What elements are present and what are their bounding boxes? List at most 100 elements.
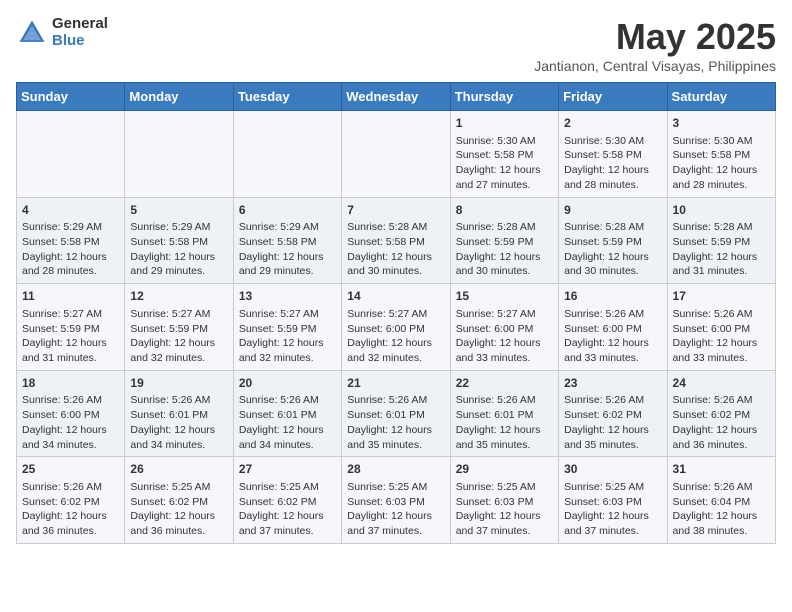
day-info: and 32 minutes.	[239, 351, 336, 366]
day-info: and 37 minutes.	[564, 524, 661, 539]
day-info: Daylight: 12 hours	[130, 423, 227, 438]
calendar-cell: 28Sunrise: 5:25 AMSunset: 6:03 PMDayligh…	[342, 457, 450, 544]
weekday-header-wednesday: Wednesday	[342, 83, 450, 111]
calendar-cell: 4Sunrise: 5:29 AMSunset: 5:58 PMDaylight…	[17, 197, 125, 284]
day-info: Sunrise: 5:26 AM	[22, 480, 119, 495]
day-info: Daylight: 12 hours	[239, 509, 336, 524]
day-number: 18	[22, 375, 119, 392]
day-info: Sunset: 5:58 PM	[347, 235, 444, 250]
day-info: Daylight: 12 hours	[347, 509, 444, 524]
day-info: Sunset: 5:59 PM	[673, 235, 770, 250]
day-info: and 29 minutes.	[130, 264, 227, 279]
calendar-cell: 24Sunrise: 5:26 AMSunset: 6:02 PMDayligh…	[667, 370, 775, 457]
day-info: Sunset: 5:58 PM	[130, 235, 227, 250]
day-info: Daylight: 12 hours	[456, 509, 553, 524]
calendar-cell: 15Sunrise: 5:27 AMSunset: 6:00 PMDayligh…	[450, 284, 558, 371]
day-info: Daylight: 12 hours	[673, 250, 770, 265]
day-info: and 33 minutes.	[456, 351, 553, 366]
weekday-header-monday: Monday	[125, 83, 233, 111]
day-info: Sunrise: 5:26 AM	[456, 393, 553, 408]
calendar-cell: 17Sunrise: 5:26 AMSunset: 6:00 PMDayligh…	[667, 284, 775, 371]
calendar-cell: 5Sunrise: 5:29 AMSunset: 5:58 PMDaylight…	[125, 197, 233, 284]
day-info: Sunrise: 5:26 AM	[239, 393, 336, 408]
day-info: and 31 minutes.	[22, 351, 119, 366]
day-info: Daylight: 12 hours	[564, 163, 661, 178]
day-info: Sunset: 6:00 PM	[456, 322, 553, 337]
day-number: 6	[239, 202, 336, 219]
day-number: 14	[347, 288, 444, 305]
day-info: Sunrise: 5:30 AM	[456, 134, 553, 149]
calendar-cell: 8Sunrise: 5:28 AMSunset: 5:59 PMDaylight…	[450, 197, 558, 284]
day-number: 30	[564, 461, 661, 478]
day-info: Sunrise: 5:26 AM	[673, 480, 770, 495]
day-info: Daylight: 12 hours	[22, 509, 119, 524]
day-info: and 28 minutes.	[22, 264, 119, 279]
day-info: Daylight: 12 hours	[456, 336, 553, 351]
day-info: Sunset: 5:58 PM	[456, 148, 553, 163]
day-info: and 36 minutes.	[673, 438, 770, 453]
day-info: Sunrise: 5:26 AM	[564, 393, 661, 408]
day-info: Sunrise: 5:26 AM	[673, 393, 770, 408]
calendar-cell: 13Sunrise: 5:27 AMSunset: 5:59 PMDayligh…	[233, 284, 341, 371]
day-info: Sunset: 5:58 PM	[239, 235, 336, 250]
day-info: Sunset: 6:02 PM	[673, 408, 770, 423]
day-info: Sunset: 5:59 PM	[22, 322, 119, 337]
day-info: Daylight: 12 hours	[347, 336, 444, 351]
weekday-header-sunday: Sunday	[17, 83, 125, 111]
day-info: Sunset: 6:02 PM	[130, 495, 227, 510]
day-info: Sunrise: 5:30 AM	[564, 134, 661, 149]
calendar-cell: 16Sunrise: 5:26 AMSunset: 6:00 PMDayligh…	[559, 284, 667, 371]
calendar-week-row: 1Sunrise: 5:30 AMSunset: 5:58 PMDaylight…	[17, 111, 776, 198]
day-info: and 35 minutes.	[347, 438, 444, 453]
day-number: 16	[564, 288, 661, 305]
logo-general: General	[52, 16, 108, 33]
day-info: Daylight: 12 hours	[673, 423, 770, 438]
day-info: Sunrise: 5:27 AM	[22, 307, 119, 322]
day-number: 10	[673, 202, 770, 219]
calendar-cell	[125, 111, 233, 198]
day-info: and 33 minutes.	[564, 351, 661, 366]
day-info: Daylight: 12 hours	[239, 423, 336, 438]
weekday-header-saturday: Saturday	[667, 83, 775, 111]
day-number: 15	[456, 288, 553, 305]
day-number: 29	[456, 461, 553, 478]
calendar-subtitle: Jantianon, Central Visayas, Philippines	[534, 58, 776, 74]
calendar-cell: 18Sunrise: 5:26 AMSunset: 6:00 PMDayligh…	[17, 370, 125, 457]
day-info: Sunrise: 5:26 AM	[130, 393, 227, 408]
logo: General Blue	[16, 16, 108, 49]
day-info: and 31 minutes.	[673, 264, 770, 279]
day-number: 21	[347, 375, 444, 392]
day-info: Daylight: 12 hours	[22, 250, 119, 265]
day-info: Daylight: 12 hours	[564, 423, 661, 438]
logo-blue: Blue	[52, 33, 108, 50]
day-number: 3	[673, 115, 770, 132]
day-info: Sunrise: 5:25 AM	[564, 480, 661, 495]
day-info: Sunrise: 5:28 AM	[347, 220, 444, 235]
day-info: Daylight: 12 hours	[22, 336, 119, 351]
day-info: and 36 minutes.	[130, 524, 227, 539]
day-info: and 30 minutes.	[564, 264, 661, 279]
calendar-cell: 1Sunrise: 5:30 AMSunset: 5:58 PMDaylight…	[450, 111, 558, 198]
day-info: Sunset: 6:03 PM	[347, 495, 444, 510]
day-info: Sunset: 5:59 PM	[239, 322, 336, 337]
calendar-cell: 23Sunrise: 5:26 AMSunset: 6:02 PMDayligh…	[559, 370, 667, 457]
day-info: Sunset: 6:03 PM	[456, 495, 553, 510]
day-info: and 28 minutes.	[673, 178, 770, 193]
day-info: and 32 minutes.	[130, 351, 227, 366]
calendar-cell	[342, 111, 450, 198]
day-info: Daylight: 12 hours	[456, 250, 553, 265]
day-info: Sunrise: 5:25 AM	[239, 480, 336, 495]
day-info: Sunrise: 5:26 AM	[347, 393, 444, 408]
day-info: Sunrise: 5:29 AM	[130, 220, 227, 235]
calendar-cell: 20Sunrise: 5:26 AMSunset: 6:01 PMDayligh…	[233, 370, 341, 457]
day-number: 13	[239, 288, 336, 305]
weekday-header-friday: Friday	[559, 83, 667, 111]
calendar-cell	[233, 111, 341, 198]
day-info: Sunset: 6:02 PM	[239, 495, 336, 510]
day-number: 12	[130, 288, 227, 305]
day-info: Sunrise: 5:30 AM	[673, 134, 770, 149]
logo-text: General Blue	[52, 16, 108, 49]
weekday-header-row: SundayMondayTuesdayWednesdayThursdayFrid…	[17, 83, 776, 111]
day-number: 28	[347, 461, 444, 478]
day-info: Sunset: 6:00 PM	[22, 408, 119, 423]
